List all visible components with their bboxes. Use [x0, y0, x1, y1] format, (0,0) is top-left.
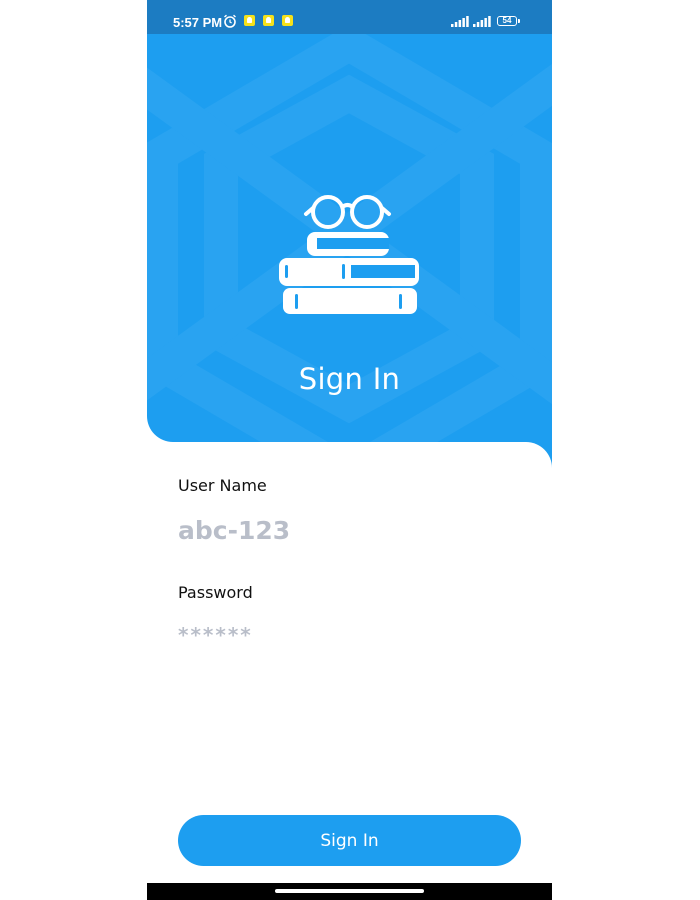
password-label: Password	[178, 583, 253, 602]
home-indicator[interactable]	[275, 889, 424, 893]
signal-icon	[473, 16, 491, 27]
page-title: Sign In	[298, 362, 401, 396]
password-input[interactable]	[178, 620, 518, 650]
battery-icon: 54	[497, 16, 517, 26]
battery-tip	[518, 19, 520, 23]
phone-screen: 5:57 PM 54 Sign In User Name abc-123 Pas…	[147, 0, 552, 900]
snapchat-icon	[282, 15, 293, 26]
status-time: 5:57 PM	[173, 15, 223, 30]
sign-in-button[interactable]: Sign In	[178, 815, 521, 866]
alarm-icon	[224, 14, 236, 28]
snapchat-icon	[263, 15, 274, 26]
signal-icon	[451, 16, 469, 27]
books-glasses-icon	[279, 195, 419, 314]
navigation-bar	[147, 883, 552, 900]
status-bar: 5:57 PM 54	[147, 0, 552, 34]
username-input[interactable]	[178, 512, 518, 548]
snapchat-icon	[244, 15, 255, 26]
username-label: User Name	[178, 476, 267, 495]
